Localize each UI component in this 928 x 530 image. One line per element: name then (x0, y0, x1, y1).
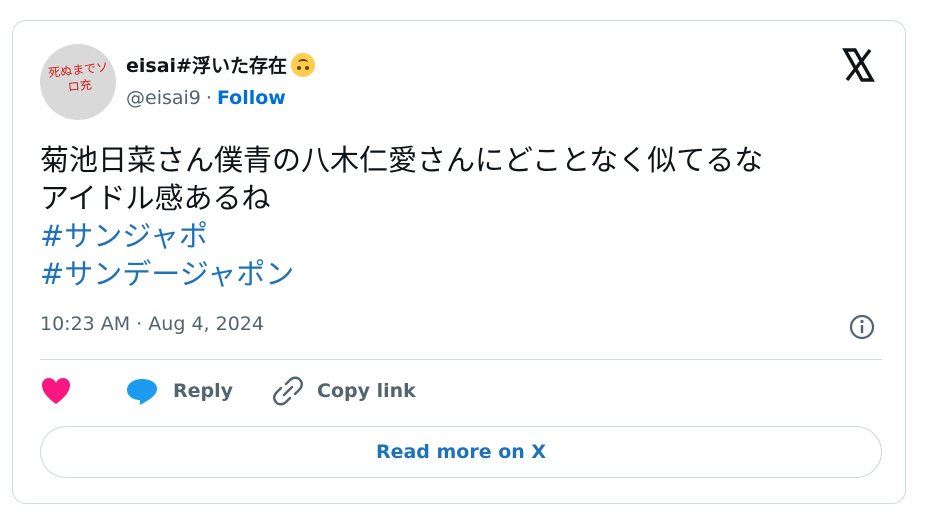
copy-link-label: Copy link (317, 380, 416, 402)
info-icon[interactable] (848, 313, 876, 341)
tweet-timestamp[interactable]: 10:23 AM · Aug 4, 2024 (40, 313, 264, 335)
hashtag-link-2[interactable]: #サンデージャポン (40, 255, 880, 293)
x-logo-icon[interactable] (839, 46, 877, 84)
user-handle[interactable]: @eisai9 (126, 87, 201, 109)
like-button[interactable] (40, 376, 72, 406)
display-name[interactable]: eisai#浮いた存在 (126, 51, 287, 78)
tweet-text-line-2: アイドル感あるね (40, 181, 271, 215)
tweet-body: 菊池日菜さん僕青の八木仁愛さんにどことなく似てるな アイドル感あるね #サンジャ… (40, 141, 880, 293)
author-name-row: eisai#浮いた存在 (126, 51, 315, 78)
hashtag-link-1[interactable]: #サンジャポ (40, 217, 880, 255)
heart-icon (42, 378, 70, 404)
tweet-card: 死ぬまでソロ充 eisai#浮いた存在 @eisai9 · Follow 菊池日… (12, 20, 906, 504)
handle-separator: · (205, 87, 212, 109)
handle-row: @eisai9 · Follow (126, 87, 286, 109)
avatar[interactable]: 死ぬまでソロ充 (40, 44, 116, 120)
reply-icon (127, 379, 157, 405)
tweet-text-line-1: 菊池日菜さん僕青の八木仁愛さんにどことなく似てるな (40, 143, 764, 177)
upside-down-face-icon (290, 52, 315, 77)
reply-button[interactable]: Reply (125, 376, 233, 406)
copy-link-button[interactable]: Copy link (273, 376, 416, 406)
follow-button[interactable]: Follow (217, 87, 286, 109)
read-more-button[interactable]: Read more on X (40, 426, 882, 478)
reply-label: Reply (173, 380, 234, 402)
link-icon (273, 376, 303, 406)
divider (40, 359, 882, 360)
avatar-text: 死ぬまでソロ充 (47, 59, 109, 95)
